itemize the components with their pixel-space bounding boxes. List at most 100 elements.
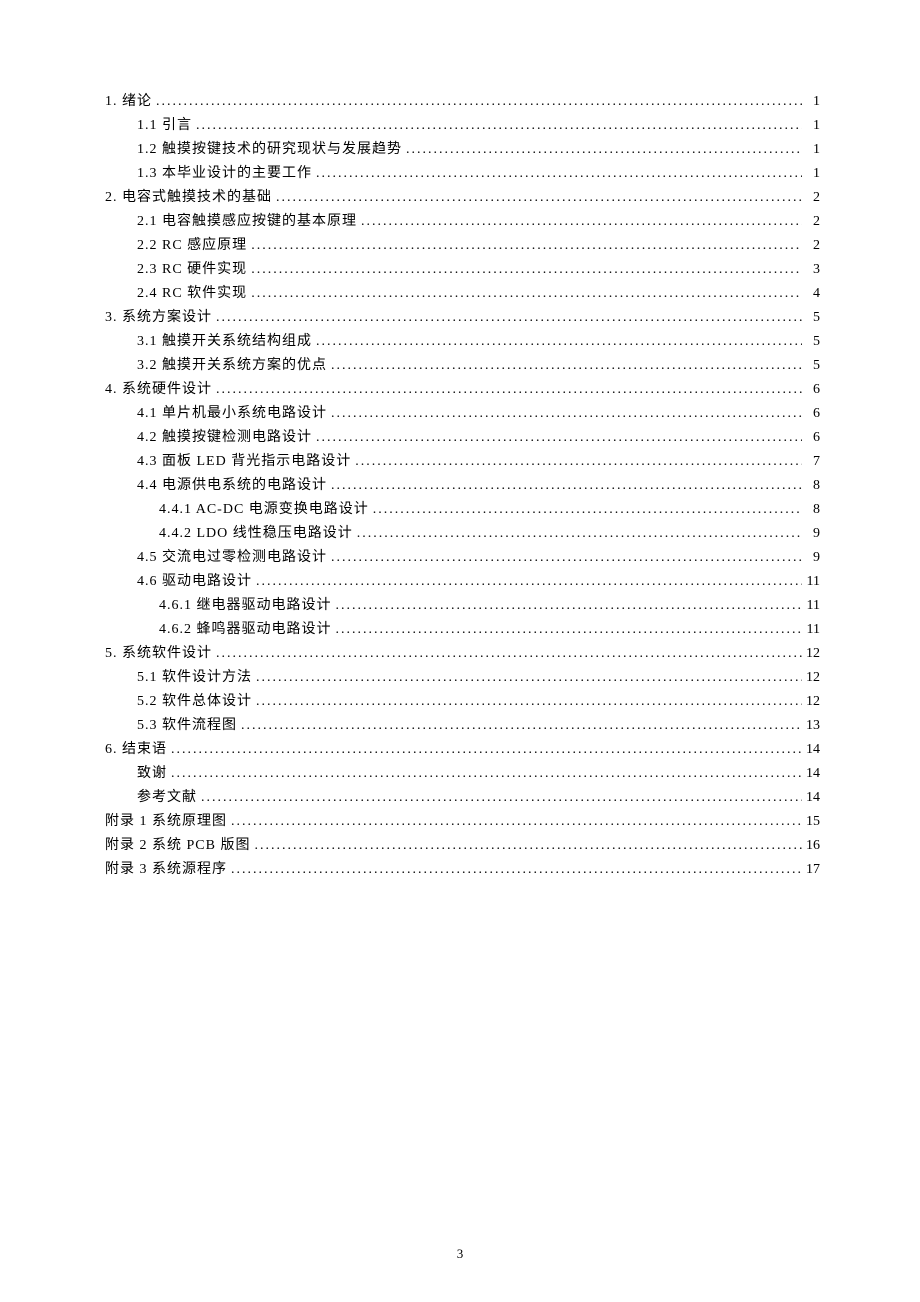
toc-entry-label: 4.1 单片机最小系统电路设计 <box>137 402 327 426</box>
toc-entry-page: 1 <box>802 138 820 162</box>
toc-entry-page: 11 <box>802 594 820 618</box>
toc-entry: 4.4.1 AC-DC 电源变换电路设计 8 <box>105 498 820 522</box>
toc-entry-page: 16 <box>802 834 820 858</box>
toc-entry-page: 5 <box>802 330 820 354</box>
toc-leader-dots <box>312 426 802 450</box>
toc-leader-dots <box>332 618 803 642</box>
toc-leader-dots <box>227 810 802 834</box>
toc-entry-page: 14 <box>802 786 820 810</box>
toc-entry-page: 5 <box>802 306 820 330</box>
toc-entry-page: 13 <box>802 714 820 738</box>
toc-entry-label: 3.1 触摸开关系统结构组成 <box>137 330 312 354</box>
toc-entry-label: 2.4 RC 软件实现 <box>137 282 247 306</box>
toc-entry-page: 7 <box>802 450 820 474</box>
toc-entry: 1.3 本毕业设计的主要工作1 <box>105 162 820 186</box>
toc-entry: 3.1 触摸开关系统结构组成 5 <box>105 330 820 354</box>
toc-leader-dots <box>212 378 802 402</box>
toc-leader-dots <box>327 474 802 498</box>
toc-entry-label: 2. 电容式触摸技术的基础 <box>105 186 272 210</box>
toc-entry-page: 12 <box>802 666 820 690</box>
toc-leader-dots <box>247 234 802 258</box>
toc-entry: 附录 1 系统原理图 15 <box>105 810 820 834</box>
toc-entry-page: 4 <box>802 282 820 306</box>
toc-leader-dots <box>357 210 802 234</box>
toc-entry-label: 4.4 电源供电系统的电路设计 <box>137 474 327 498</box>
toc-leader-dots <box>237 714 802 738</box>
toc-entry-page: 14 <box>802 762 820 786</box>
toc-entry-page: 1 <box>802 114 820 138</box>
toc-entry-page: 2 <box>802 186 820 210</box>
toc-entry-label: 致谢 <box>137 762 167 786</box>
toc-entry: 附录 3 系统源程序17 <box>105 858 820 882</box>
toc-entry-page: 3 <box>802 258 820 282</box>
toc-entry-page: 2 <box>802 234 820 258</box>
toc-entry-page: 2 <box>802 210 820 234</box>
toc-entry: 4.4.2 LDO 线性稳压电路设计9 <box>105 522 820 546</box>
toc-entry-label: 3. 系统方案设计 <box>105 306 212 330</box>
toc-entry-label: 4.6.2 蜂鸣器驱动电路设计 <box>159 618 332 642</box>
toc-entry-label: 附录 2 系统 PCB 版图 <box>105 834 250 858</box>
toc-entry: 4.3 面板 LED 背光指示电路设计 7 <box>105 450 820 474</box>
toc-entry: 附录 2 系统 PCB 版图 16 <box>105 834 820 858</box>
toc-entry-page: 1 <box>802 90 820 114</box>
toc-entry-label: 4.2 触摸按键检测电路设计 <box>137 426 312 450</box>
toc-leader-dots <box>167 762 802 786</box>
page-number: 3 <box>0 1246 920 1262</box>
toc-entry-page: 6 <box>802 402 820 426</box>
toc-entry-page: 8 <box>802 474 820 498</box>
toc-entry-page: 6 <box>802 426 820 450</box>
toc-entry: 1.1 引言 1 <box>105 114 820 138</box>
toc-leader-dots <box>353 522 802 546</box>
toc-entry: 4.6.1 继电器驱动电路设计 11 <box>105 594 820 618</box>
toc-entry: 3. 系统方案设计 5 <box>105 306 820 330</box>
toc-leader-dots <box>312 330 802 354</box>
toc-leader-dots <box>192 114 802 138</box>
toc-entry-page: 11 <box>802 570 820 594</box>
toc-entry: 4.6 驱动电路设计 11 <box>105 570 820 594</box>
toc-entry: 4. 系统硬件设计 6 <box>105 378 820 402</box>
toc-entry-label: 1.2 触摸按键技术的研究现状与发展趋势 <box>137 138 402 162</box>
toc-entry-page: 8 <box>802 498 820 522</box>
toc-entry-label: 4.6.1 继电器驱动电路设计 <box>159 594 332 618</box>
toc-entry: 5.3 软件流程图13 <box>105 714 820 738</box>
toc-entry: 参考文献14 <box>105 786 820 810</box>
table-of-contents: 1. 绪论11.1 引言11.2 触摸按键技术的研究现状与发展趋势11.3 本毕… <box>105 90 820 882</box>
toc-leader-dots <box>327 354 802 378</box>
toc-entry-label: 4.4.1 AC-DC 电源变换电路设计 <box>159 498 369 522</box>
toc-entry-page: 6 <box>802 378 820 402</box>
toc-entry-page: 15 <box>802 810 820 834</box>
toc-entry: 2.4 RC 软件实现 4 <box>105 282 820 306</box>
toc-entry: 致谢 14 <box>105 762 820 786</box>
toc-entry-label: 1.1 引言 <box>137 114 192 138</box>
document-page: 1. 绪论11.1 引言11.2 触摸按键技术的研究现状与发展趋势11.3 本毕… <box>0 0 920 1302</box>
toc-entry: 4.6.2 蜂鸣器驱动电路设计11 <box>105 618 820 642</box>
toc-entry: 2.1 电容触摸感应按键的基本原理2 <box>105 210 820 234</box>
toc-leader-dots <box>351 450 802 474</box>
toc-leader-dots <box>272 186 802 210</box>
toc-entry: 1. 绪论1 <box>105 90 820 114</box>
toc-entry-label: 4.3 面板 LED 背光指示电路设计 <box>137 450 351 474</box>
toc-entry-page: 12 <box>802 690 820 714</box>
toc-entry-page: 5 <box>802 354 820 378</box>
toc-leader-dots <box>152 90 802 114</box>
toc-entry-label: 附录 1 系统原理图 <box>105 810 227 834</box>
toc-entry-label: 5. 系统软件设计 <box>105 642 212 666</box>
toc-entry-label: 1.3 本毕业设计的主要工作 <box>137 162 312 186</box>
toc-entry-label: 2.3 RC 硬件实现 <box>137 258 247 282</box>
toc-entry: 4.1 单片机最小系统电路设计 6 <box>105 402 820 426</box>
toc-leader-dots <box>197 786 802 810</box>
toc-entry-label: 2.2 RC 感应原理 <box>137 234 247 258</box>
toc-entry: 5.1 软件设计方法 12 <box>105 666 820 690</box>
toc-entry: 5. 系统软件设计12 <box>105 642 820 666</box>
toc-entry: 4.4 电源供电系统的电路设计 8 <box>105 474 820 498</box>
toc-entry: 1.2 触摸按键技术的研究现状与发展趋势 1 <box>105 138 820 162</box>
toc-entry: 2.3 RC 硬件实现 3 <box>105 258 820 282</box>
toc-entry-label: 4.4.2 LDO 线性稳压电路设计 <box>159 522 353 546</box>
toc-leader-dots <box>212 306 802 330</box>
toc-entry-label: 6. 结束语 <box>105 738 167 762</box>
toc-entry-label: 4. 系统硬件设计 <box>105 378 212 402</box>
toc-entry-label: 5.1 软件设计方法 <box>137 666 252 690</box>
toc-leader-dots <box>369 498 802 522</box>
toc-entry-label: 4.6 驱动电路设计 <box>137 570 252 594</box>
toc-leader-dots <box>247 282 802 306</box>
